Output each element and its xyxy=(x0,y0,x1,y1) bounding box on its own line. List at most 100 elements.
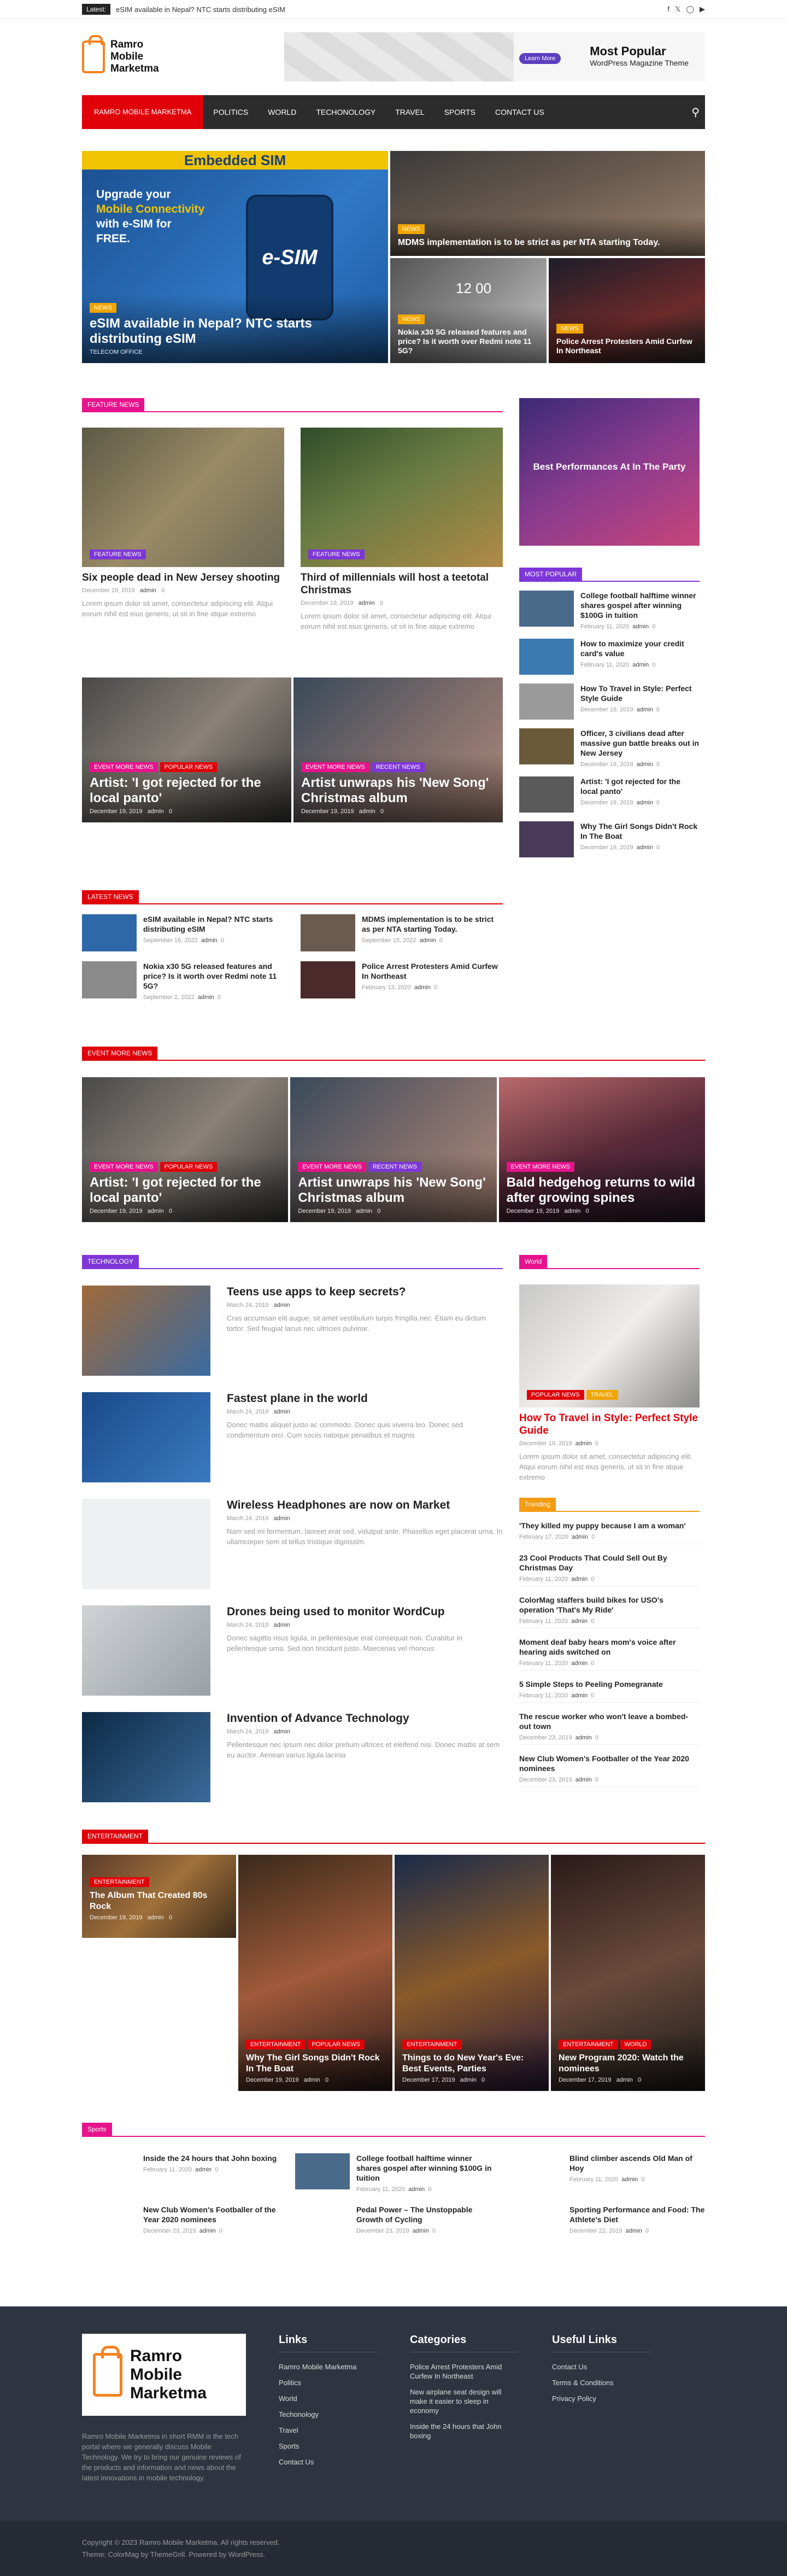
theme-credit[interactable]: Theme: ColorMag by ThemeGrill. Powered b… xyxy=(82,2549,705,2561)
list-item[interactable]: How To Travel in Style: Perfect Style Gu… xyxy=(519,684,700,720)
list-item[interactable]: New Club Women's Footballer of the Year … xyxy=(519,1754,700,1787)
list-item[interactable]: ColorMag staffers build bikes for USO's … xyxy=(519,1595,700,1628)
footer-link[interactable]: Contact Us xyxy=(279,2454,377,2470)
footer-link[interactable]: New airplane seat design will make it ea… xyxy=(410,2384,519,2419)
feature-title[interactable]: Six people dead in New Jersey shooting xyxy=(82,571,284,584)
list-item[interactable]: eSIM available in Nepal? NTC starts dist… xyxy=(82,914,284,951)
section-header-event: EVENT MORE NEWS xyxy=(82,1047,705,1061)
ad-subtitle: WordPress Magazine Theme xyxy=(590,59,689,67)
category-tag[interactable]: NEWS xyxy=(398,224,425,234)
footer-link[interactable]: Terms & Conditions xyxy=(552,2375,650,2391)
footer-link[interactable]: Contact Us xyxy=(552,2359,650,2375)
footer-link[interactable]: Sports xyxy=(279,2438,377,2454)
list-item[interactable]: Inside the 24 hours that John boxing Febr… xyxy=(82,2153,279,2193)
footer-logo[interactable]: Ramro Mobile Marketma xyxy=(82,2334,246,2416)
section-header-technology: TECHNOLOGY xyxy=(82,1255,503,1269)
list-item[interactable]: 23 Cool Products That Could Sell Out By … xyxy=(519,1553,700,1586)
footer-link[interactable]: Privacy Policy xyxy=(552,2391,650,2406)
list-item[interactable]: Officer, 3 civilians dead after massive … xyxy=(519,728,700,768)
instagram-icon[interactable]: ◯ xyxy=(686,5,694,14)
category-tag[interactable]: NEWS xyxy=(556,324,583,334)
world-title[interactable]: How To Travel in Style: Perfect Style Gu… xyxy=(519,1412,700,1437)
list-item[interactable]: Blind climber ascends Old Man of Hoy Febr… xyxy=(508,2153,705,2193)
hero-police-title[interactable]: Police Arrest Protesters Amid Curfew In … xyxy=(556,337,697,355)
list-item[interactable]: College football halftime winner shares … xyxy=(519,591,700,630)
list-item[interactable]: Moment deaf baby hears mom's voice after… xyxy=(519,1637,700,1670)
entertainment-card[interactable]: ENTERTAINMENT WORLD New Program 2020: Watc… xyxy=(551,1855,705,2091)
tech-post[interactable]: Fastest plane in the world March 24, 2019… xyxy=(82,1392,503,1482)
hero-nokia-title[interactable]: Nokia x30 5G released features and price… xyxy=(398,328,539,355)
feature-image[interactable]: FEATURE NEWS xyxy=(82,428,284,567)
side-promo-title[interactable]: Best Performances At In The Party xyxy=(519,461,700,473)
hero-main-title[interactable]: eSIM available in Nepal? NTC starts dist… xyxy=(90,316,380,347)
footer-link[interactable]: Police Arrest Protesters Amid Curfew In … xyxy=(410,2359,519,2384)
hero-card-nokia[interactable]: 12 00 NEWS Nokia x30 5G released feature… xyxy=(390,258,547,363)
feature-card[interactable]: FEATURE NEWS Six people dead in New Jers… xyxy=(82,428,284,632)
tech-post[interactable]: Invention of Advance Technology March 24,… xyxy=(82,1712,503,1802)
hero-card-police[interactable]: NEWS Police Arrest Protesters Amid Curfe… xyxy=(549,258,705,363)
event-card[interactable]: EVENT MORE NEWS Bald hedgehog returns to … xyxy=(498,1077,705,1222)
nav-item-technology[interactable]: TECHONOLOGY xyxy=(306,108,385,116)
footer-link[interactable]: Techonology xyxy=(279,2406,377,2422)
list-item[interactable]: MDMS implementation is to be strict as p… xyxy=(301,914,503,951)
tech-post[interactable]: Drones being used to monitor WordCup Marc… xyxy=(82,1605,503,1696)
side-promo-card[interactable]: Best Performances At In The Party xyxy=(519,398,700,546)
search-icon[interactable]: ⚲ xyxy=(691,106,705,119)
section-header-world: World xyxy=(519,1255,700,1269)
footer-link[interactable]: Inside the 24 hours that John boxing xyxy=(410,2419,519,2444)
feature-wide-card[interactable]: EVENT MORE NEWS POPULAR NEWS Artist: 'I g… xyxy=(82,677,291,822)
nav-item-contact[interactable]: CONTACT US xyxy=(485,108,554,116)
list-item[interactable]: Why The Girl Songs Didn't Rock In The Bo… xyxy=(519,821,700,857)
feature-wide-card[interactable]: EVENT MORE NEWS RECENT NEWS Artist unwrap… xyxy=(293,677,503,822)
event-card[interactable]: EVENT MORE NEWS POPULAR NEWS Artist: 'I go… xyxy=(82,1077,289,1222)
latest-ticker-link[interactable]: eSIM available in Nepal? NTC starts dist… xyxy=(116,5,285,14)
tech-post[interactable]: Teens use apps to keep secrets? March 24,… xyxy=(82,1286,503,1376)
list-item[interactable]: 'They killed my puppy because I am a wom… xyxy=(519,1521,700,1544)
feature-title[interactable]: Third of millennials will host a teetota… xyxy=(301,571,503,597)
category-tag[interactable]: NEWS xyxy=(90,303,116,313)
feature-image[interactable]: FEATURE NEWS xyxy=(301,428,503,567)
facebook-icon[interactable]: f xyxy=(667,5,669,14)
list-item[interactable]: New Club Women's Footballer of the Year … xyxy=(82,2205,279,2241)
header-advertisement[interactable]: Learn More Most Popular WordPress Magazi… xyxy=(284,32,705,81)
event-card[interactable]: EVENT MORE NEWS RECENT NEWS Artist unwraps… xyxy=(290,1077,497,1222)
world-image[interactable]: POPULAR NEWS TRAVEL xyxy=(519,1284,700,1407)
list-item[interactable]: 5 Simple Steps to Peeling Pomegranate Feb… xyxy=(519,1679,700,1703)
section-header-trending: Trending xyxy=(519,1498,700,1512)
footer-description: Ramro Mobile Marketma in short RMM is th… xyxy=(82,2432,241,2482)
site-logo[interactable]: Ramro Mobile Marketma xyxy=(82,35,159,75)
site-title: Ramro Mobile Marketma xyxy=(110,39,159,74)
tech-post[interactable]: Wireless Headphones are now on Market Mar… xyxy=(82,1499,503,1589)
list-item[interactable]: How to maximize your credit card's value… xyxy=(519,639,700,675)
twitter-icon[interactable]: 𝕏 xyxy=(675,5,680,14)
list-item[interactable]: The rescue worker who won't leave a bomb… xyxy=(519,1712,700,1745)
hero-top-card[interactable]: NEWS MDMS implementation is to be strict… xyxy=(390,151,705,256)
entertainment-card[interactable]: ENTERTAINMENT The Album That Created 80s … xyxy=(82,1855,236,1938)
ad-image xyxy=(284,32,514,81)
footer-link[interactable]: World xyxy=(279,2391,377,2406)
nav-item-sports[interactable]: SPORTS xyxy=(434,108,485,116)
category-tag[interactable]: FEATURE NEWS xyxy=(90,550,146,559)
footer-link[interactable]: Travel xyxy=(279,2422,377,2438)
footer-link[interactable]: Politics xyxy=(279,2375,377,2391)
ad-learn-more-button[interactable]: Learn More xyxy=(519,53,561,64)
hero-top-title[interactable]: MDMS implementation is to be strict as p… xyxy=(398,237,697,248)
hero-main-card[interactable]: Embedded SIM Upgrade your Mobile Connect… xyxy=(82,151,388,363)
list-item[interactable]: Sporting Performance and Food: The Athle… xyxy=(508,2205,705,2241)
list-item[interactable]: College football halftime winner shares … xyxy=(295,2153,492,2193)
list-item[interactable]: Artist: 'I got rejected for the local pa… xyxy=(519,776,700,813)
youtube-icon[interactable]: ▶ xyxy=(700,5,705,14)
nav-item-politics[interactable]: POLITICS xyxy=(203,108,258,116)
footer-link[interactable]: Ramro Mobile Marketma xyxy=(279,2359,377,2375)
list-item[interactable]: Police Arrest Protesters Amid Curfew In … xyxy=(301,961,503,1001)
feature-card[interactable]: FEATURE NEWS Third of millennials will h… xyxy=(301,428,503,632)
nav-item-world[interactable]: WORLD xyxy=(258,108,306,116)
category-tag[interactable]: NEWS xyxy=(398,314,425,324)
list-item[interactable]: Pedal Power – The Unstoppable Growth of … xyxy=(295,2205,492,2241)
category-tag[interactable]: FEATURE NEWS xyxy=(308,550,365,559)
list-item[interactable]: Nokia x30 5G released features and price… xyxy=(82,961,284,1001)
nav-item-travel[interactable]: TRAVEL xyxy=(385,108,434,116)
nav-home[interactable]: RAMRO MOBILE MARKETMA xyxy=(82,95,204,129)
entertainment-card[interactable]: ENTERTAINMENT POPULAR NEWS Why The Girl So… xyxy=(238,1855,392,2091)
entertainment-card[interactable]: ENTERTAINMENT Things to do New Year's Eve… xyxy=(395,1855,549,2091)
